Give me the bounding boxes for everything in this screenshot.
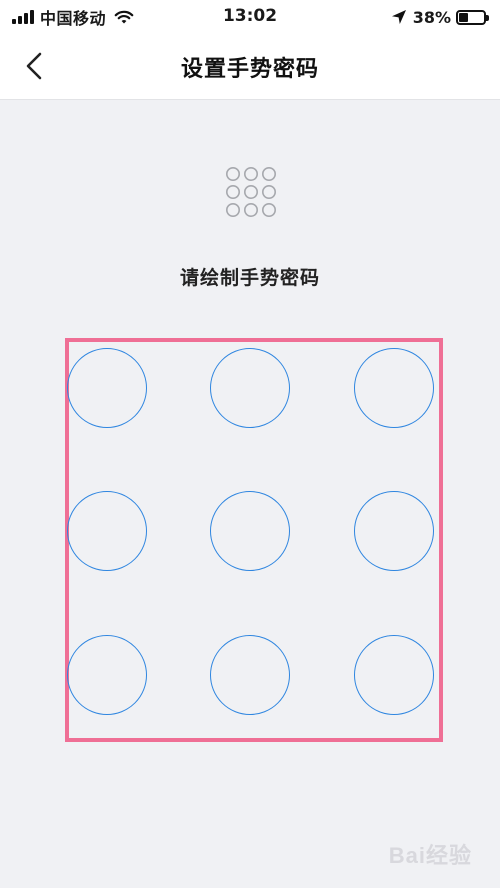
status-bar: 中国移动 13:02 38%: [0, 0, 500, 34]
battery-level-fill: [459, 12, 469, 22]
draw-pattern-prompt: 请绘制手势密码: [179, 267, 320, 289]
battery-icon: [456, 9, 489, 25]
pattern-grid-icon: [226, 167, 276, 217]
pattern-node-7[interactable]: [67, 635, 147, 715]
pattern-node-9[interactable]: [354, 635, 434, 715]
pattern-node-8[interactable]: [210, 635, 290, 715]
page-title: 设置手势密码: [180, 57, 319, 82]
watermark-logo: Bai经验: [388, 843, 472, 868]
battery-percentage: 38%: [412, 7, 451, 27]
pattern-node-5[interactable]: [210, 491, 290, 571]
gesture-password-screen: 中国移动 13:02 38% 设置手势密码 请绘制手势密码 Bai经验: [0, 0, 500, 888]
battery-cap: [486, 14, 489, 21]
pattern-node-3[interactable]: [354, 348, 434, 428]
navigation-bar: 设置手势密码: [0, 34, 500, 100]
pattern-node-4[interactable]: [67, 491, 147, 571]
pattern-node-1[interactable]: [67, 348, 147, 428]
status-right: 38%: [391, 6, 489, 28]
pattern-node-6[interactable]: [354, 491, 434, 571]
pattern-node-2[interactable]: [210, 348, 290, 428]
location-arrow-icon: [391, 10, 406, 24]
